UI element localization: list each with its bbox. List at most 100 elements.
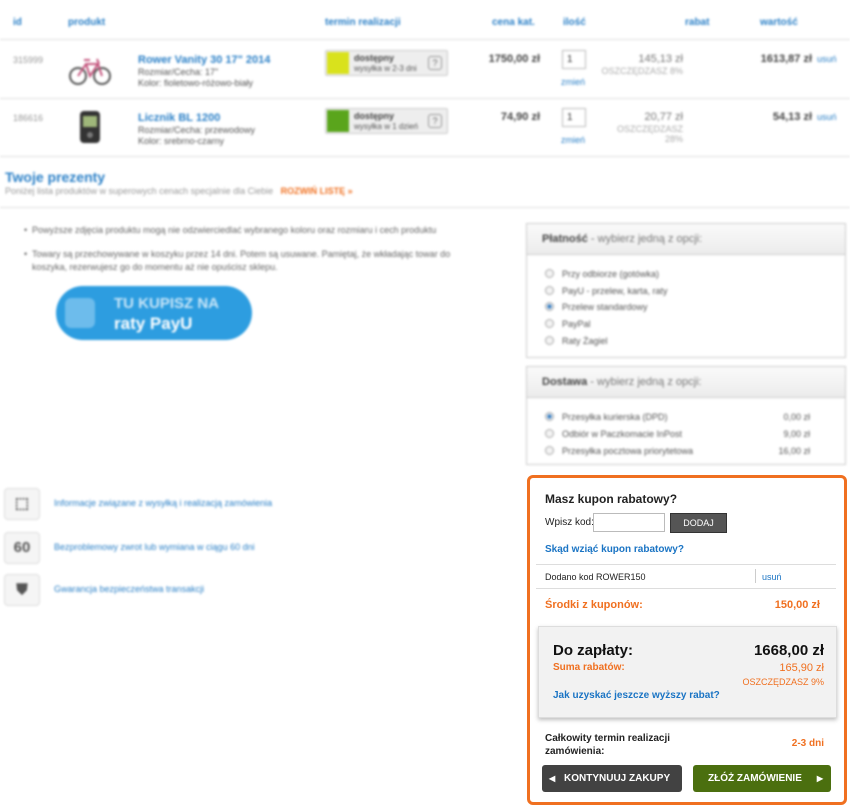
header-product: produkt [68,17,106,28]
box-icon: ⬚ [4,488,40,520]
coupon-title: Masz kupon rabatowy? [545,492,678,506]
payment-panel: Płatność - wybierz jedną z opcji: Przy o… [526,223,846,358]
raty-line1: TU KUPISZ NA [114,295,219,312]
availability-color-swatch [327,52,349,74]
divider [536,564,836,565]
radio-button[interactable] [545,319,554,328]
discount-amount: 20,77 zł [644,111,683,123]
payment-option[interactable]: Raty Żagiel [545,336,608,346]
product-id: 186616 [13,113,44,123]
availability-box: dostępny wysyłka w 1 dzień ? [325,108,448,134]
availability-box: dostępny wysyłka w 2-3 dni ? [325,50,448,76]
add-coupon-button[interactable]: DODAJ [670,513,727,533]
remove-item-link[interactable]: usuń [817,54,837,64]
discount-amount: 145,13 zł [638,53,683,65]
help-icon[interactable]: ? [428,56,442,70]
radio-button-selected[interactable] [545,412,554,421]
coupon-source-link[interactable]: Skąd wziąć kupon rabatowy? [545,544,684,555]
header-term: termin realizacji [325,17,401,28]
return-60-icon: 60 [4,532,40,564]
info-returns-link[interactable]: Bezproblemowy zwrot lub wymiana w ciągu … [54,542,255,552]
divider [0,207,850,208]
coupon-code-input[interactable] [593,513,665,532]
header-price: cena kat. [492,17,535,28]
payment-option-label: Raty Żagiel [562,336,608,346]
shipping-option-label: Przesyłka kurierska (DPD) [562,412,668,422]
payment-panel-header: Płatność - wybierz jedną z opcji: [527,224,845,255]
radio-button[interactable] [545,336,554,345]
payment-option[interactable]: PayPal [545,319,591,329]
row-value: 1613,87 zł [760,53,812,65]
radio-button[interactable] [545,269,554,278]
shipping-panel-header: Dostawa - wybierz jedną z opcji: [527,367,845,398]
radio-button-selected[interactable] [545,302,554,311]
shipping-option[interactable]: Przesyłka pocztowa priorytetowa [545,446,693,456]
total-label: Do zapłaty: [553,642,634,659]
payment-option-label: PayU - przelew, karta, raty [562,286,668,296]
shipping-option[interactable]: Odbiór w Paczkomacie InPost [545,429,682,439]
radio-button[interactable] [545,429,554,438]
shipping-price: 16,00 zł [778,446,810,456]
remove-coupon-link[interactable]: usuń [762,572,782,582]
product-id: 315999 [13,55,44,65]
divider [536,588,836,589]
higher-discount-link[interactable]: Jak uzyskać jeszcze wyższy rabat? [553,690,720,701]
coupon-label: Wpisz kod: [545,517,594,528]
payu-installments-banner[interactable]: TU KUPISZ NA raty PayU [56,286,252,340]
shipping-price: 0,00 zł [783,412,810,422]
row-value: 54,13 zł [772,111,812,123]
header-discount: rabat [685,17,710,28]
cart-table-header: id produkt termin realizacji cena kat. i… [0,0,850,40]
expand-gifts-link[interactable]: ROZWIŃ LISTĘ » [281,186,353,196]
coupon-added-text: Dodano kod ROWER150 [545,572,646,582]
discount-percent: OSZCZĘDZASZ 8% [601,66,683,76]
cart-note: Powyższe zdjęcia produktu mogą nie odzwi… [24,224,482,237]
availability-time: wysyłka w 1 dzień [354,122,419,131]
shipping-title: Dostawa [542,376,588,388]
payment-hint: - wybierz jedną z opcji: [587,233,703,245]
order-summary-box: Masz kupon rabatowy? Wpisz kod: DODAJ Sk… [527,475,847,805]
change-qty-link[interactable]: zmień [561,135,585,145]
shipping-price: 9,00 zł [783,429,810,439]
gifts-subtitle-text: Poniżej lista produktów w superowych cen… [5,186,274,196]
savings-percent: OSZCZĘDZASZ 9% [742,677,824,687]
continue-shopping-button[interactable]: ◀ KONTYNUUJ ZAKUPY [542,765,682,792]
shipping-panel: Dostawa - wybierz jedną z opcji: Przesył… [526,366,846,465]
discounts-label: Suma rabatów: [553,662,625,673]
catalog-price: 1750,00 zł [488,53,540,65]
quantity-input[interactable]: 1 [562,108,586,127]
shipping-option-label: Odbiór w Paczkomacie InPost [562,429,683,439]
payment-option[interactable]: Przy odbiorze (gotówka) [545,269,659,279]
payment-title: Płatność [542,233,588,245]
product-name-link[interactable]: Licznik BL 1200 [138,112,220,124]
product-attr-size: Rozmiar/Cecha: przewodowy [138,125,256,135]
payment-option[interactable]: PayU - przelew, karta, raty [545,286,668,296]
payment-option-label: PayPal [562,319,591,329]
bike-thumbnail-icon[interactable] [66,50,114,88]
cart-row: 186616 Licznik BL 1200 Rozmiar/Cecha: pr… [0,100,850,157]
place-order-button[interactable]: ZŁÓŻ ZAMÓWIENIE ▶ [693,765,831,792]
product-attr-size: Rozmiar/Cecha: 17" [138,67,219,77]
quantity-input[interactable]: 1 [562,50,586,69]
info-security-link[interactable]: Gwarancja bezpieczeństwa transakcji [54,584,204,594]
info-shipping-link[interactable]: Informacje związane z wysyłką i realizac… [54,498,272,508]
change-qty-link[interactable]: zmień [561,77,585,87]
total-value: 1668,00 zł [753,642,824,659]
shipping-option[interactable]: Przesyłka kurierska (DPD) [545,412,668,422]
remove-item-link[interactable]: usuń [817,112,837,122]
place-order-label: ZŁÓŻ ZAMÓWIENIE [708,773,802,784]
continue-shopping-label: KONTYNUUJ ZAKUPY [564,773,671,784]
cart-note: Towary są przechowywane w koszyku przez … [24,248,482,274]
shipping-hint: - wybierz jedną z opcji: [587,376,702,388]
product-name-link[interactable]: Rower Vanity 30 17" 2014 [138,54,270,66]
product-attr-color: Kolor: srebrno-czarny [138,136,225,146]
payment-option-label: Przy odbiorze (gotówka) [562,269,660,279]
help-icon[interactable]: ? [428,114,442,128]
raty-line2: raty PayU [114,314,193,333]
radio-button[interactable] [545,446,554,455]
header-qty: ilość [563,17,586,28]
bike-computer-thumbnail-icon[interactable] [66,108,114,146]
payment-option[interactable]: Przelew standardowy [545,302,648,312]
header-id: id [13,17,22,28]
radio-button[interactable] [545,286,554,295]
